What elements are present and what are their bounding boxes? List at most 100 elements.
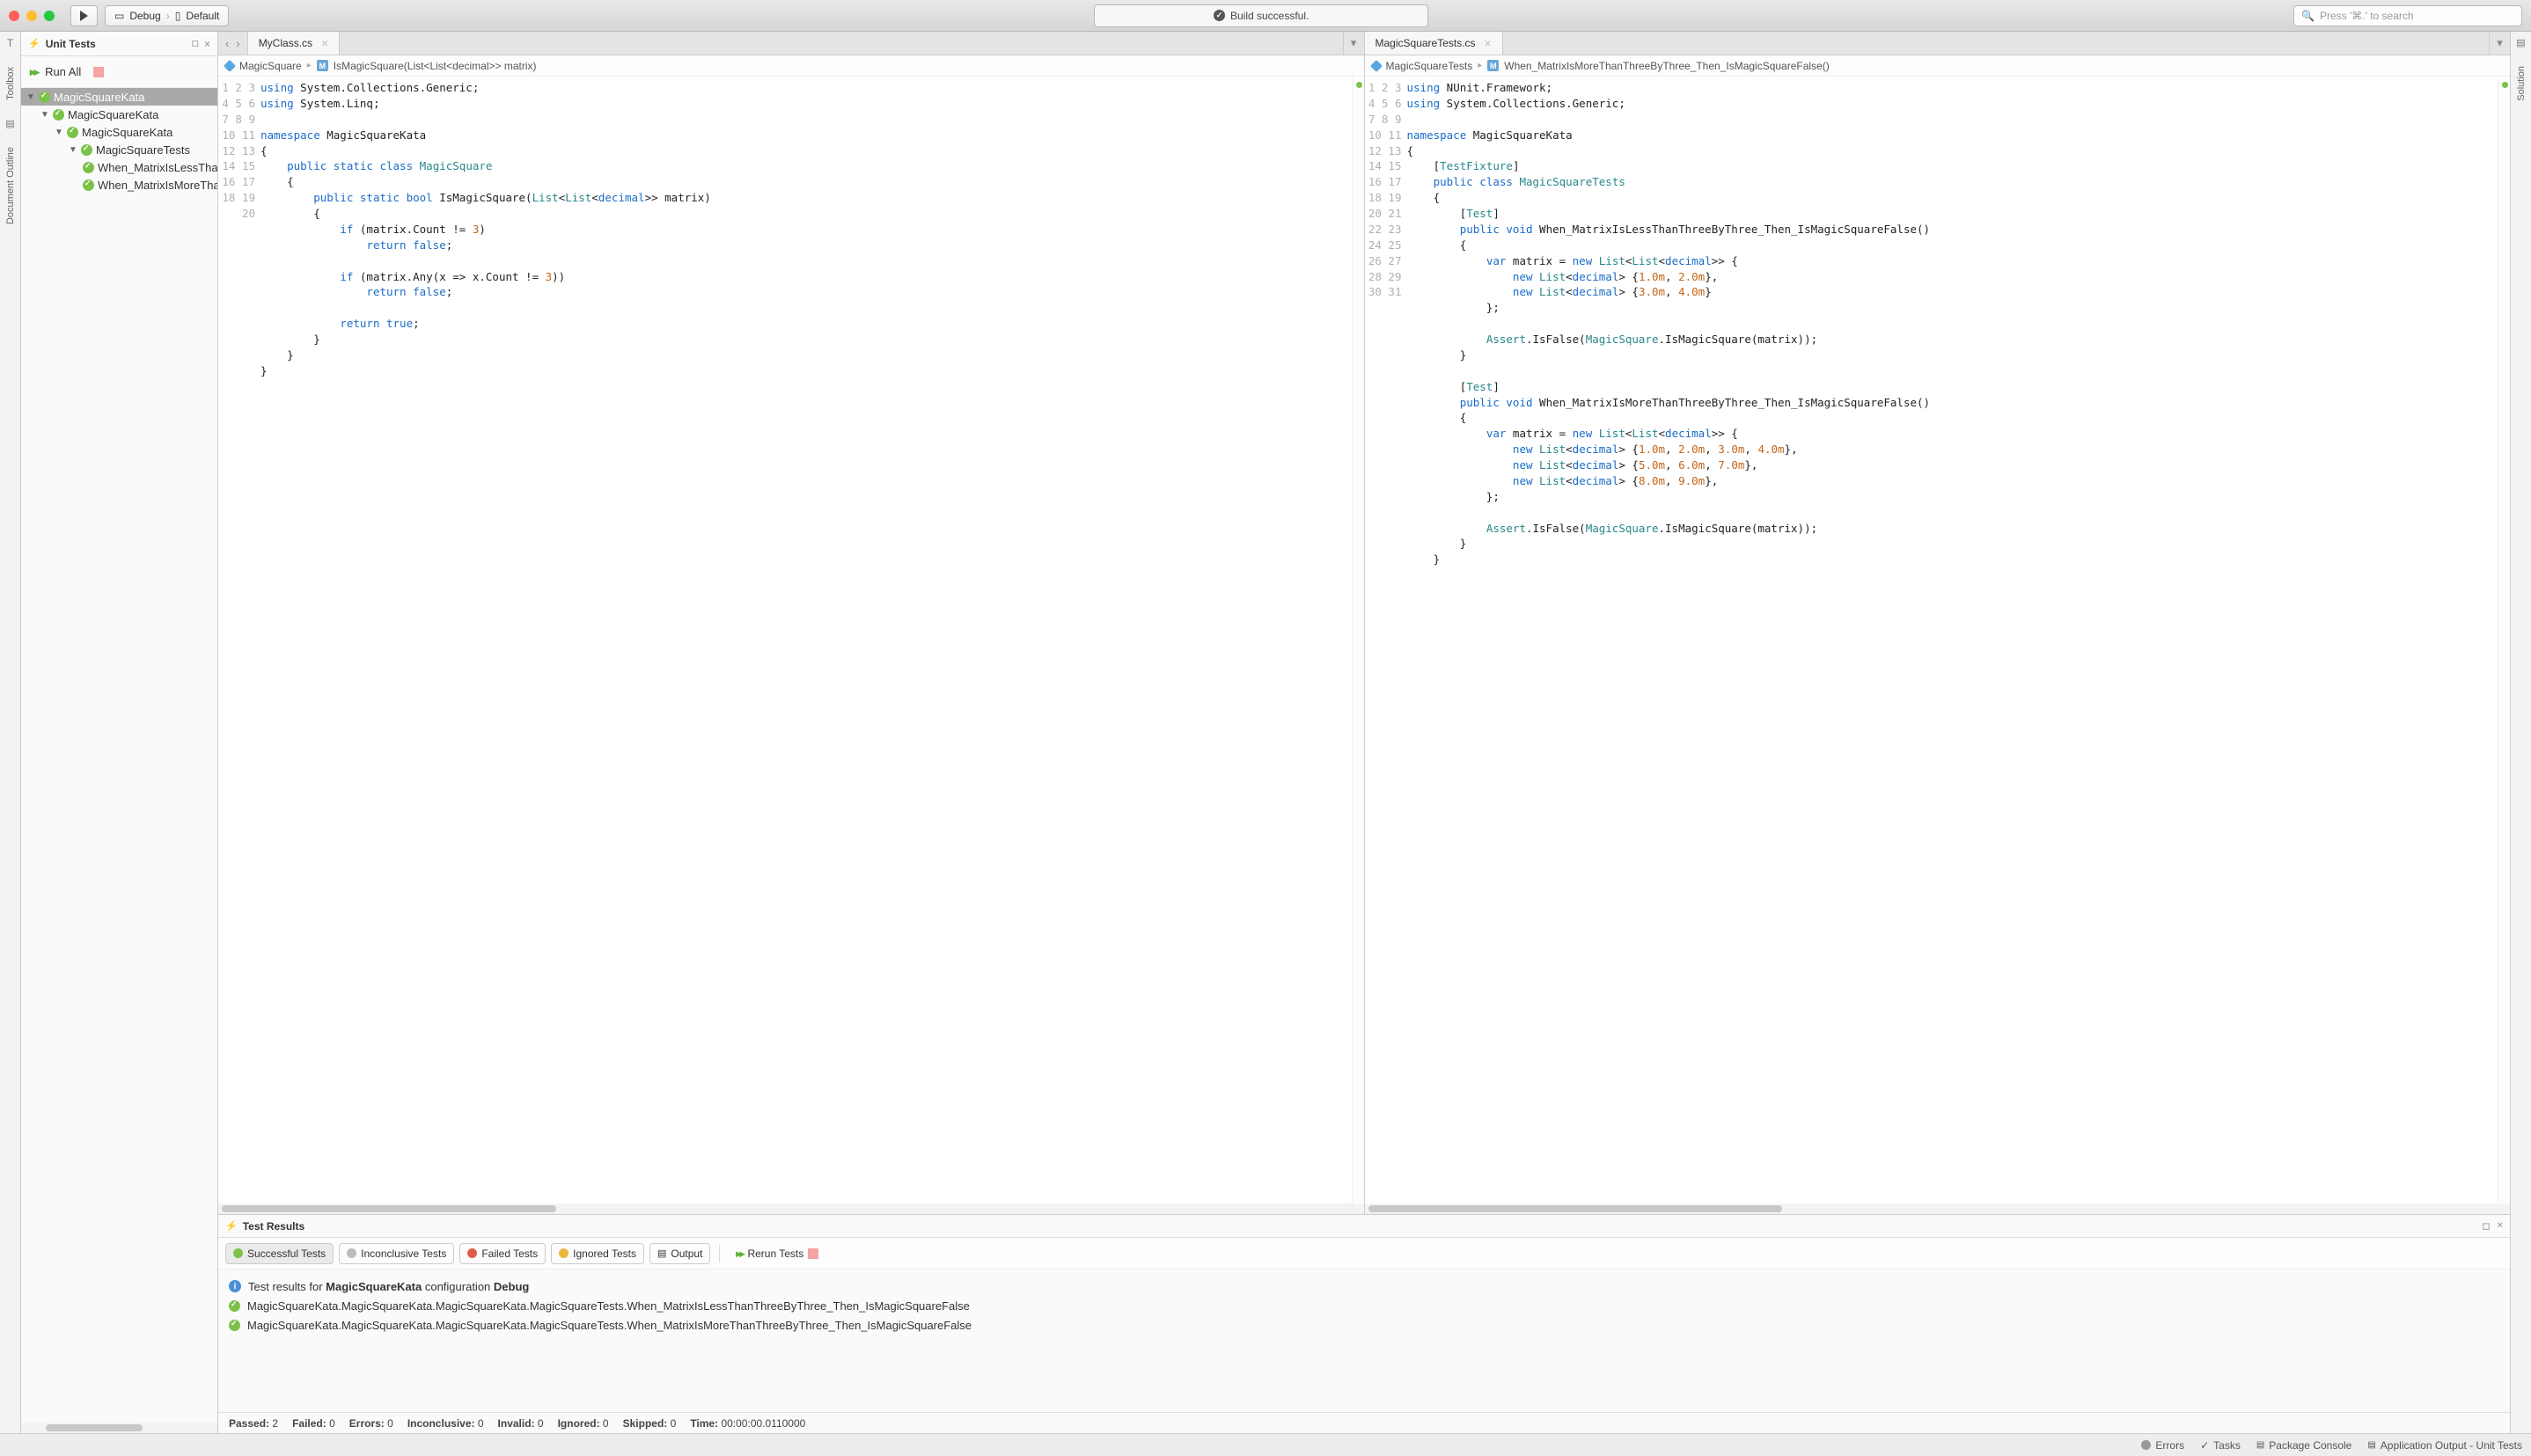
global-search[interactable]: 🔍 Press '⌘.' to search bbox=[2293, 5, 2522, 26]
tab-bar-left: ‹› MyClass.cs× ▾ bbox=[218, 32, 1364, 55]
filter-inconclusive[interactable]: Inconclusive Tests bbox=[339, 1243, 454, 1264]
result-row[interactable]: MagicSquareKata.MagicSquareKata.MagicSqu… bbox=[229, 1315, 2499, 1335]
status-dot-icon bbox=[2502, 82, 2508, 88]
filter-failed[interactable]: Failed Tests bbox=[459, 1243, 546, 1264]
result-row[interactable]: MagicSquareKata.MagicSquareKata.MagicSqu… bbox=[229, 1296, 2499, 1315]
bolt-icon: ⚡ bbox=[225, 1220, 238, 1232]
result-text: MagicSquareKata.MagicSquareKata.MagicSqu… bbox=[247, 1319, 972, 1332]
solution-icon[interactable]: ▤ bbox=[2516, 37, 2525, 48]
panel-close-icon[interactable]: × bbox=[204, 38, 210, 50]
tab-label: MyClass.cs bbox=[259, 37, 312, 49]
filter-label: Failed Tests bbox=[481, 1247, 538, 1260]
footer-package-console[interactable]: ▤Package Console bbox=[2256, 1439, 2352, 1452]
tree-node[interactable]: ▼MagicSquareTests bbox=[21, 141, 217, 158]
code-area-right[interactable]: 1 2 3 4 5 6 7 8 9 10 11 12 13 14 15 16 1… bbox=[1365, 77, 2511, 1204]
tree-root[interactable]: ▼MagicSquareKata bbox=[21, 88, 217, 106]
stop-icon[interactable] bbox=[93, 67, 104, 77]
rerun-tests-button[interactable]: ▸▸Rerun Tests bbox=[729, 1243, 825, 1264]
failed-icon bbox=[467, 1248, 477, 1258]
pass-icon bbox=[53, 109, 64, 121]
filter-successful[interactable]: Successful Tests bbox=[225, 1243, 334, 1264]
breadcrumb-member: IsMagicSquare(List<List<decimal>> matrix… bbox=[334, 60, 537, 72]
status-label: Passed: bbox=[229, 1417, 269, 1430]
tree-node[interactable]: ▼MagicSquareKata bbox=[21, 106, 217, 123]
minimize-window-button[interactable] bbox=[26, 11, 37, 21]
status-label: Errors: bbox=[349, 1417, 385, 1430]
build-status-pill: ✓ Build successful. bbox=[1094, 4, 1428, 27]
titlebar: ▭ Debug › ▯ Default ✓ Build successful. … bbox=[0, 0, 2531, 32]
unit-tests-title: Unit Tests bbox=[46, 38, 96, 50]
summary-text: Test results for bbox=[248, 1280, 326, 1293]
check-icon: ✓ bbox=[2200, 1439, 2209, 1452]
code-content[interactable]: using NUnit.Framework; using System.Coll… bbox=[1407, 77, 2498, 1204]
close-tab-icon[interactable]: × bbox=[1485, 36, 1492, 50]
code-area-left[interactable]: 1 2 3 4 5 6 7 8 9 10 11 12 13 14 15 16 1… bbox=[218, 77, 1364, 1204]
status-label: Ignored: bbox=[558, 1417, 600, 1430]
tree-label: MagicSquareKata bbox=[68, 108, 158, 121]
play-icon bbox=[80, 11, 88, 21]
doc-outline-tab[interactable]: Document Outline bbox=[5, 147, 16, 224]
tree-node[interactable]: ▼MagicSquareKata bbox=[21, 123, 217, 141]
panel-dock-icon[interactable]: ◻ bbox=[2482, 1220, 2490, 1232]
breadcrumb-left[interactable]: MagicSquare ▸ M IsMagicSquare(List<List<… bbox=[218, 55, 1364, 77]
pass-icon bbox=[67, 127, 78, 138]
tab-label: MagicSquareTests.cs bbox=[1376, 37, 1476, 49]
filter-ignored[interactable]: Ignored Tests bbox=[551, 1243, 644, 1264]
editor-hscroll[interactable] bbox=[218, 1204, 1364, 1214]
doc-outline-icon[interactable]: ▤ bbox=[5, 118, 14, 129]
back-icon[interactable]: ‹ bbox=[225, 37, 229, 50]
marker-column bbox=[2498, 77, 2510, 1204]
tree-label: MagicSquareKata bbox=[54, 91, 144, 104]
close-tab-icon[interactable]: × bbox=[321, 36, 328, 50]
forward-icon[interactable]: › bbox=[236, 37, 239, 50]
filter-label: Successful Tests bbox=[247, 1247, 326, 1260]
solution-tab[interactable]: Solution bbox=[2516, 66, 2527, 101]
filter-output[interactable]: ▤Output bbox=[649, 1243, 710, 1264]
test-tree[interactable]: ▼MagicSquareKata ▼MagicSquareKata ▼Magic… bbox=[21, 88, 217, 1423]
tree-label: MagicSquareTests bbox=[96, 143, 190, 157]
nav-arrows[interactable]: ‹› bbox=[218, 32, 248, 55]
footer-tasks[interactable]: ✓Tasks bbox=[2200, 1439, 2241, 1452]
stop-icon[interactable] bbox=[808, 1248, 818, 1259]
build-status-text: Build successful. bbox=[1230, 10, 1309, 22]
filter-label: Inconclusive Tests bbox=[361, 1247, 446, 1260]
run-button[interactable] bbox=[70, 5, 98, 26]
file-tab[interactable]: MyClass.cs × bbox=[248, 32, 341, 55]
toolbox-tab[interactable]: Toolbox bbox=[5, 67, 16, 100]
test-results-title: Test Results bbox=[243, 1220, 304, 1233]
tree-test[interactable]: When_MatrixIsMoreThanThreeByThree_Then_I… bbox=[21, 176, 217, 194]
status-value: 0 bbox=[538, 1417, 544, 1430]
status-label: Skipped: bbox=[623, 1417, 668, 1430]
marker-column bbox=[1352, 77, 1364, 1204]
status-value: 00:00:00.0110000 bbox=[721, 1417, 805, 1430]
tree-hscroll[interactable] bbox=[21, 1423, 217, 1433]
panel-dock-icon[interactable]: ◻ bbox=[192, 39, 199, 48]
run-all-row[interactable]: ▸▸ Run All bbox=[21, 56, 217, 88]
tab-dropdown[interactable]: ▾ bbox=[1343, 32, 1364, 55]
panel-close-icon[interactable]: × bbox=[2498, 1220, 2503, 1232]
console-icon: ▤ bbox=[2256, 1440, 2264, 1450]
pass-icon bbox=[229, 1320, 240, 1331]
footer-errors[interactable]: Errors bbox=[2141, 1439, 2184, 1452]
toolbox-icon[interactable]: T bbox=[7, 37, 13, 49]
code-content[interactable]: using System.Collections.Generic; using … bbox=[260, 77, 1352, 1204]
config-selector[interactable]: ▭ Debug › ▯ Default bbox=[105, 5, 229, 26]
close-window-button[interactable] bbox=[9, 11, 19, 21]
unit-tests-panel: ⚡ Unit Tests ◻ × ▸▸ Run All ▼MagicSquare… bbox=[21, 32, 218, 1433]
errors-icon bbox=[2141, 1440, 2151, 1450]
file-tab[interactable]: MagicSquareTests.cs × bbox=[1365, 32, 1503, 55]
ignored-icon bbox=[559, 1248, 569, 1258]
pass-icon bbox=[83, 179, 94, 191]
footer-app-output[interactable]: ▤Application Output - Unit Tests bbox=[2367, 1439, 2522, 1452]
tab-dropdown[interactable]: ▾ bbox=[2489, 32, 2510, 55]
breadcrumb-right[interactable]: MagicSquareTests ▸ M When_MatrixIsMoreTh… bbox=[1365, 55, 2511, 77]
run-all-icon: ▸▸ bbox=[30, 65, 38, 79]
zoom-window-button[interactable] bbox=[44, 11, 55, 21]
namespace-icon bbox=[1369, 59, 1382, 71]
tree-test[interactable]: When_MatrixIsLessThanThreeByThree_Then_I… bbox=[21, 158, 217, 176]
filter-label: Output bbox=[671, 1247, 702, 1260]
tree-label: When_MatrixIsMoreThanThreeByThree_Then_I… bbox=[98, 179, 217, 192]
editor-hscroll[interactable] bbox=[1365, 1204, 2511, 1214]
footer-label: Errors bbox=[2155, 1439, 2184, 1452]
target-label: Default bbox=[186, 10, 219, 22]
